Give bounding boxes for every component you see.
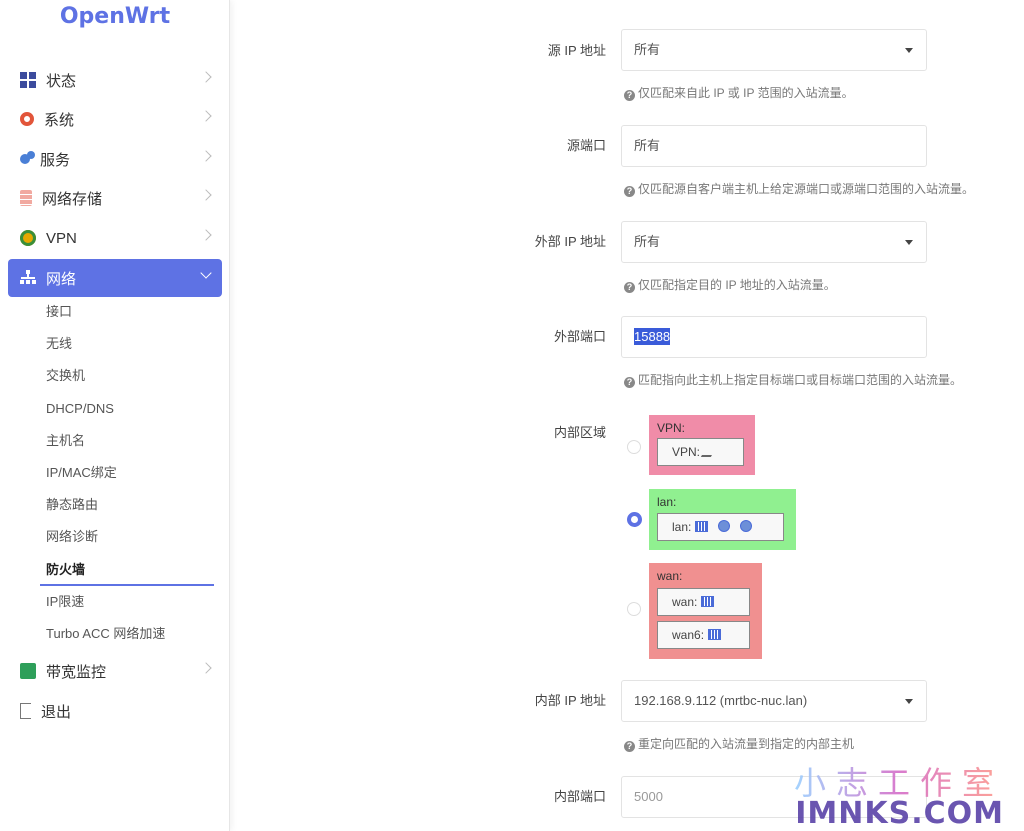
watermark: 小志工作室 IMNKS.COM: [794, 758, 1004, 831]
submenu-item-ip-limit[interactable]: IP限速: [46, 592, 84, 612]
submenu-item-wireless[interactable]: 无线: [46, 334, 72, 354]
zone-radio-wan[interactable]: [627, 602, 641, 616]
int-port-label: 内部端口: [553, 789, 606, 804]
chevron-right-icon: [200, 662, 212, 674]
openwrt-logo[interactable]: OpenWrt: [0, 2, 230, 32]
zone-wan-title: wan:: [657, 569, 683, 583]
submenu-item-firewall[interactable]: 防火墙: [46, 560, 85, 580]
ext-ip-value: 所有: [634, 234, 661, 249]
src-ip-value: 所有: [634, 42, 661, 57]
sidebar-item-label: VPN: [46, 229, 77, 247]
chevron-down-icon: [200, 267, 212, 279]
network-icon: [20, 270, 36, 286]
src-ip-select[interactable]: 所有: [621, 29, 927, 71]
sidebar-item-bandwidth[interactable]: 带宽监控: [8, 652, 222, 690]
chevron-right-icon: [200, 229, 212, 241]
int-zone-label: 内部区域: [553, 425, 606, 440]
sidebar-item-logout[interactable]: 退出: [8, 692, 222, 730]
sidebar-item-label: 系统: [44, 111, 75, 129]
src-ip-label: 源 IP 地址: [547, 43, 606, 58]
sidebar-item-status[interactable]: 状态: [8, 61, 222, 99]
active-submenu-indicator: [40, 584, 214, 586]
bandwidth-monitor-icon: [20, 663, 36, 679]
int-ip-hint: ? 重定向匹配的入站流量到指定的内部主机: [624, 735, 854, 752]
ethernet-icon: [701, 596, 715, 607]
sidebar-item-network[interactable]: 网络: [8, 259, 222, 297]
sidebar-item-label: 服务: [40, 151, 71, 169]
int-ip-label: 内部 IP 地址: [534, 693, 606, 708]
zone-radio-vpn[interactable]: [627, 440, 641, 454]
ext-ip-hint: ? 仅匹配指定目的 IP 地址的入站流量。: [624, 276, 836, 293]
help-icon: ?: [624, 282, 635, 293]
ext-port-value: 15888: [634, 328, 671, 345]
zone-radio-lan[interactable]: [627, 512, 642, 527]
gear-icon: [20, 112, 34, 126]
sidebar-item-label: 状态: [46, 72, 77, 90]
ext-port-label: 外部端口: [553, 329, 606, 344]
sidebar-item-vpn[interactable]: VPN: [8, 219, 222, 257]
submenu-item-diagnostics[interactable]: 网络诊断: [46, 527, 98, 547]
zone-wan-network: wan:: [657, 588, 750, 616]
ext-ip-label: 外部 IP 地址: [534, 234, 606, 249]
submenu-item-hostnames[interactable]: 主机名: [46, 431, 85, 451]
bridge-icon: [695, 521, 709, 532]
submenu-item-turbo-acc[interactable]: Turbo ACC 网络加速: [46, 624, 165, 644]
sidebar-item-services[interactable]: 服务: [8, 140, 222, 178]
chevron-right-icon: [200, 110, 212, 122]
sidebar-item-label: 网络: [46, 270, 77, 288]
help-icon: ?: [624, 741, 635, 752]
zone-wan6-network: wan6:: [657, 621, 750, 649]
help-icon: ?: [624, 377, 635, 388]
int-ip-value: 192.168.9.112 (mrtbc-nuc.lan): [634, 693, 808, 708]
src-port-hint: ? 仅匹配源自客户端主机上给定源端口或源端口范围的入站流量。: [624, 180, 974, 197]
sidebar-item-label: 退出: [41, 703, 72, 721]
help-icon: ?: [624, 90, 635, 101]
chevron-right-icon: [200, 189, 212, 201]
submenu-item-dhcp-dns[interactable]: DHCP/DNS: [46, 399, 114, 419]
sidebar-item-system[interactable]: 系统: [8, 100, 222, 138]
wireless-icon: [718, 520, 731, 532]
int-port-placeholder: 5000: [634, 789, 663, 804]
src-port-input[interactable]: 所有: [621, 125, 927, 167]
wireless-icon: [740, 520, 753, 532]
bridge-icon: [708, 629, 722, 640]
services-icon: [20, 154, 30, 164]
ext-ip-select[interactable]: 所有: [621, 221, 927, 263]
ext-port-hint: ? 匹配指向此主机上指定目标端口或目标端口范围的入站流量。: [624, 371, 962, 388]
storage-icon: [20, 190, 32, 206]
watermark-en: IMNKS.COM: [795, 796, 1004, 831]
sidebar-item-label: 网络存储: [42, 190, 103, 208]
ext-port-input[interactable]: 15888: [621, 316, 927, 358]
src-port-value: 所有: [634, 138, 661, 153]
submenu-item-ip-mac-binding[interactable]: IP/MAC绑定: [46, 463, 117, 483]
status-icon: [20, 72, 36, 88]
submenu-item-static-routes[interactable]: 静态路由: [46, 495, 98, 515]
zone-lan-title: lan:: [657, 495, 677, 509]
src-ip-hint: ? 仅匹配来自此 IP 或 IP 范围的入站流量。: [624, 84, 854, 101]
zone-vpn-network: VPN:: [657, 438, 744, 466]
vpn-icon: [20, 230, 36, 246]
pen-icon: [700, 446, 718, 457]
sidebar-item-storage[interactable]: 网络存储: [8, 179, 222, 217]
chevron-right-icon: [200, 150, 212, 162]
int-ip-select[interactable]: 192.168.9.112 (mrtbc-nuc.lan): [621, 680, 927, 722]
sidebar-item-label: 带宽监控: [46, 663, 107, 681]
help-icon: ?: [624, 186, 635, 197]
logout-icon: [20, 703, 31, 719]
submenu-item-interfaces[interactable]: 接口: [46, 302, 72, 322]
zone-vpn-title: VPN:: [657, 421, 686, 435]
sidebar: OpenWrt 状态 系统 服务 网络存储 VPN 网络 接口 无线 交换机 D…: [0, 0, 230, 831]
chevron-right-icon: [200, 71, 212, 83]
zone-lan-network: lan:: [657, 513, 784, 541]
submenu-item-switch[interactable]: 交换机: [46, 366, 85, 386]
src-port-label: 源端口: [566, 138, 606, 153]
